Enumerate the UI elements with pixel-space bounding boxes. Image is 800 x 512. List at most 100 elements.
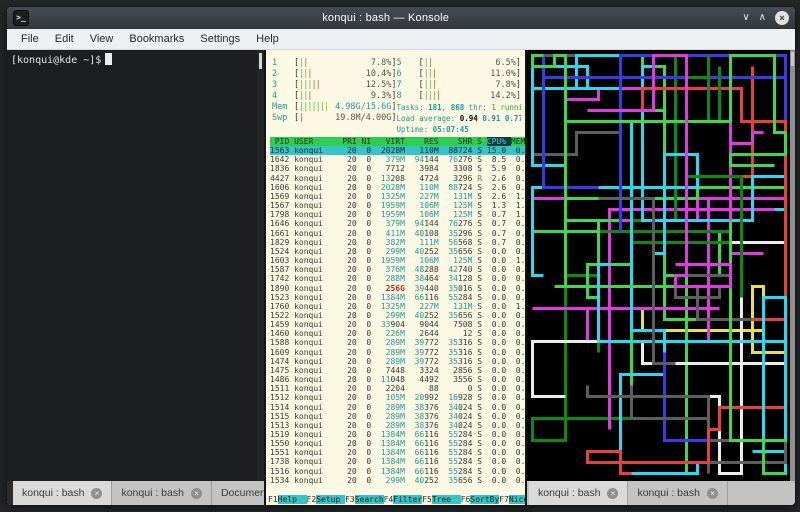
process-row[interactable]: 1798 konqui 20 0 1959M 106M 125M S 0.7 1…	[270, 210, 525, 219]
process-row[interactable]: 1642 konqui 20 0 379M 94144 76276 S 8.5 …	[270, 155, 525, 164]
terminal-cursor	[105, 53, 112, 65]
menu-item-view[interactable]: View	[82, 31, 122, 47]
process-row[interactable]: 1522 konqui 20 0 299M 40252 35656 S 0.0 …	[270, 311, 525, 320]
process-row[interactable]: 1519 konqui 20 0 1384M 66116 55284 S 0.0…	[270, 430, 525, 439]
menu-bar: FileEditViewBookmarksSettingsHelp	[7, 29, 795, 50]
tab-close-icon[interactable]: ×	[191, 488, 202, 499]
tab-close-icon[interactable]: ×	[607, 488, 618, 499]
fkey-f5[interactable]: F5Tree	[422, 494, 461, 505]
tab-konqui-bash[interactable]: konqui : bash×	[13, 481, 112, 505]
left-pane: [konqui@kde ~]$ konqui : bash×konqui : b…	[7, 50, 264, 505]
cpu-meter-2: 2[|||10.4%]	[272, 69, 397, 80]
process-row[interactable]: 1514 konqui 20 0 289M 38376 34024 S 0.0 …	[270, 403, 525, 412]
column-header-cpu%[interactable]: CPU%	[487, 137, 511, 146]
process-row[interactable]: 1534 konqui 20 0 299M 40252 35656 S 0.0 …	[270, 476, 525, 485]
htop-fkey-bar: F1Help F2Setup F3SearchF4FilterF5Tree F6…	[266, 494, 525, 505]
fkey-f6[interactable]: F6SortBy	[461, 494, 500, 505]
column-header-ni[interactable]: NI	[362, 137, 376, 146]
process-row[interactable]: 1524 konqui 20 0 299M 40252 35656 S 0.0 …	[270, 247, 525, 256]
htop-meter-column-left: 1[||7.8%]2[|||10.4%]3[|||||12.5%]4[|||9.…	[272, 58, 397, 135]
fkey-f2[interactable]: F2Setup	[307, 494, 346, 505]
process-row[interactable]: 1742 konqui 20 0 288M 38464 34128 S 0.0 …	[270, 274, 525, 283]
process-row[interactable]: 1829 konqui 20 0 382M 111M 56568 S 0.7 0…	[270, 238, 525, 247]
tab-label: konqui : bash	[121, 487, 183, 499]
column-header-virt[interactable]: VIRT	[376, 137, 410, 146]
tab-konqui-bash[interactable]: konqui : bash ×	[628, 481, 727, 505]
process-row[interactable]: 1606 konqui 20 0 2028M 110M 88724 S 2.6 …	[270, 183, 525, 192]
process-row[interactable]: 1513 konqui 20 0 289M 38376 34024 S 0.0 …	[270, 421, 525, 430]
tasks-line: Tasks: 181, 868 thr; 1 runni	[397, 102, 522, 113]
fkey-f3[interactable]: F3Search	[345, 494, 384, 505]
process-row[interactable]: 1588 konqui 20 0 289M 39772 35316 S 0.0 …	[270, 338, 525, 347]
table-header-row[interactable]: PID USER PRI NI VIRT RES SHR S CPU% MEM%	[270, 137, 525, 146]
fkey-f4[interactable]: F4Filter	[384, 494, 423, 505]
uptime-line: Uptime: 05:07:45	[397, 124, 522, 135]
htop-pane[interactable]: 1[||7.8%]2[|||10.4%]3[|||||12.5%]4[|||9.…	[266, 50, 525, 505]
tab-label: Documents : bash	[221, 487, 264, 499]
fkey-f7[interactable]: F7Nice -	[499, 494, 525, 505]
tab-konqui-bash[interactable]: konqui : bash×	[529, 481, 628, 505]
pipes-art	[527, 50, 795, 481]
left-terminal[interactable]: [konqui@kde ~]$	[7, 50, 264, 481]
column-header-pid[interactable]: PID	[270, 137, 294, 146]
column-header-res[interactable]: RES	[410, 137, 444, 146]
window-titlebar[interactable]: >_ konqui : bash — Konsole ∨ ∧ ×	[7, 7, 795, 29]
process-row[interactable]: 4427 konqui 20 0 13208 4724 3296 R 2.6 0…	[270, 174, 525, 183]
minimize-icon[interactable]: ∨	[742, 11, 749, 25]
tab-close-icon[interactable]: ×	[91, 488, 102, 499]
process-row[interactable]: 1486 konqui 20 0 11048 4492 3556 S 0.0 0…	[270, 375, 525, 384]
right-scrollbar-thumb[interactable]	[791, 52, 794, 66]
cpu-meter-4: 4[|||9.3%]	[272, 91, 397, 102]
menu-item-help[interactable]: Help	[248, 31, 287, 47]
process-row[interactable]: 1516 konqui 20 0 1384M 66116 55284 S 0.0…	[270, 467, 525, 476]
process-row[interactable]: 1563 konqui 20 0 2028M 110M 88724 S 15.0…	[270, 146, 525, 155]
column-header-mem%[interactable]: MEM%	[511, 137, 525, 146]
process-row[interactable]: 1587 konqui 20 0 376M 48288 42740 S 0.0 …	[270, 265, 525, 274]
process-row[interactable]: 1738 konqui 20 0 1384M 66116 55284 S 0.0…	[270, 457, 525, 466]
close-icon[interactable]: ×	[775, 11, 789, 25]
konsole-window: >_ konqui : bash — Konsole ∨ ∧ × FileEdi…	[6, 6, 796, 506]
tab-close-icon[interactable]: ×	[707, 488, 718, 499]
process-row[interactable]: 1551 konqui 20 0 1384M 66116 55284 S 0.0…	[270, 448, 525, 457]
process-row[interactable]: 1460 konqui 20 0 226M 2644 12 S 0.0 0.0 …	[270, 329, 525, 338]
menu-item-settings[interactable]: Settings	[192, 31, 248, 47]
process-row[interactable]: 1609 konqui 20 0 289M 39772 35316 S 0.0 …	[270, 348, 525, 357]
process-row[interactable]: 1459 konqui 20 0 33904 9044 7508 S 0.0 0…	[270, 320, 525, 329]
process-row[interactable]: 1474 konqui 20 0 289M 39772 35316 S 0.0 …	[270, 357, 525, 366]
process-row[interactable]: 1603 konqui 20 0 1959M 106M 125M S 0.0 1…	[270, 256, 525, 265]
process-row[interactable]: 1550 konqui 20 0 1384M 66116 55284 S 0.0…	[270, 439, 525, 448]
process-row[interactable]: 1836 konqui 20 0 7712 3984 3308 S 5.9 0.…	[270, 164, 525, 173]
menu-item-bookmarks[interactable]: Bookmarks	[121, 31, 192, 47]
process-row[interactable]: 1567 konqui 20 0 1959M 106M 125M S 1.3 1…	[270, 201, 525, 210]
right-scrollbar[interactable]	[790, 50, 795, 481]
cpu-meter-5: 5[||6.5%]	[397, 58, 522, 69]
cpu-meter-6: 6[|||11.0%]	[397, 69, 522, 80]
process-row[interactable]: 1569 konqui 20 0 1325M 227M 131M S 2.6 1…	[270, 192, 525, 201]
process-row[interactable]: 1475 konqui 20 0 7448 3324 2856 S 0.0 0.…	[270, 366, 525, 375]
column-header-shr[interactable]: SHR	[443, 137, 477, 146]
process-row[interactable]: 1511 konqui 20 0 2204 88 0 S 0.0 0.0 0	[270, 384, 525, 393]
cpu-meter-3: 3[|||||12.5%]	[272, 80, 397, 91]
process-row[interactable]: 1646 konqui 20 0 379M 94144 76276 S 0.7 …	[270, 219, 525, 228]
maximize-icon[interactable]: ∧	[759, 11, 766, 25]
process-row[interactable]: 1760 konqui 20 0 1325M 227M 131M S 0.0 1…	[270, 302, 525, 311]
process-row[interactable]: 1512 konqui 20 0 105M 20992 16928 S 0.0 …	[270, 393, 525, 402]
tab-label: konqui : bash	[637, 487, 699, 499]
process-row[interactable]: 1523 konqui 20 0 1384M 66116 55284 S 0.0…	[270, 293, 525, 302]
column-header-s[interactable]: S	[477, 137, 487, 146]
fkey-f1[interactable]: F1Help	[268, 494, 307, 505]
column-header-pri[interactable]: PRI	[342, 137, 361, 146]
desktop: >_ konqui : bash — Konsole ∨ ∧ × FileEdi…	[0, 0, 800, 512]
menu-item-file[interactable]: File	[13, 31, 47, 47]
tab-documents-bash[interactable]: Documents : bash×	[212, 481, 264, 505]
tab-konqui-bash[interactable]: konqui : bash ×	[112, 481, 211, 505]
process-row[interactable]: 1890 konqui 20 0 256G 39440 35016 S 0.0 …	[270, 284, 525, 293]
column-header-user[interactable]: USER	[294, 137, 342, 146]
left-scrollbar[interactable]	[257, 50, 264, 481]
left-scrollbar-thumb[interactable]	[259, 53, 262, 69]
process-row[interactable]: 1661 konqui 20 0 411M 40108 35296 S 0.7 …	[270, 229, 525, 238]
swap-meter: Swp[|19.8M/4.00G]	[272, 113, 397, 124]
process-row[interactable]: 1515 konqui 20 0 289M 38376 34024 S 0.0 …	[270, 412, 525, 421]
pipes-terminal[interactable]	[527, 50, 795, 481]
menu-item-edit[interactable]: Edit	[47, 31, 82, 47]
